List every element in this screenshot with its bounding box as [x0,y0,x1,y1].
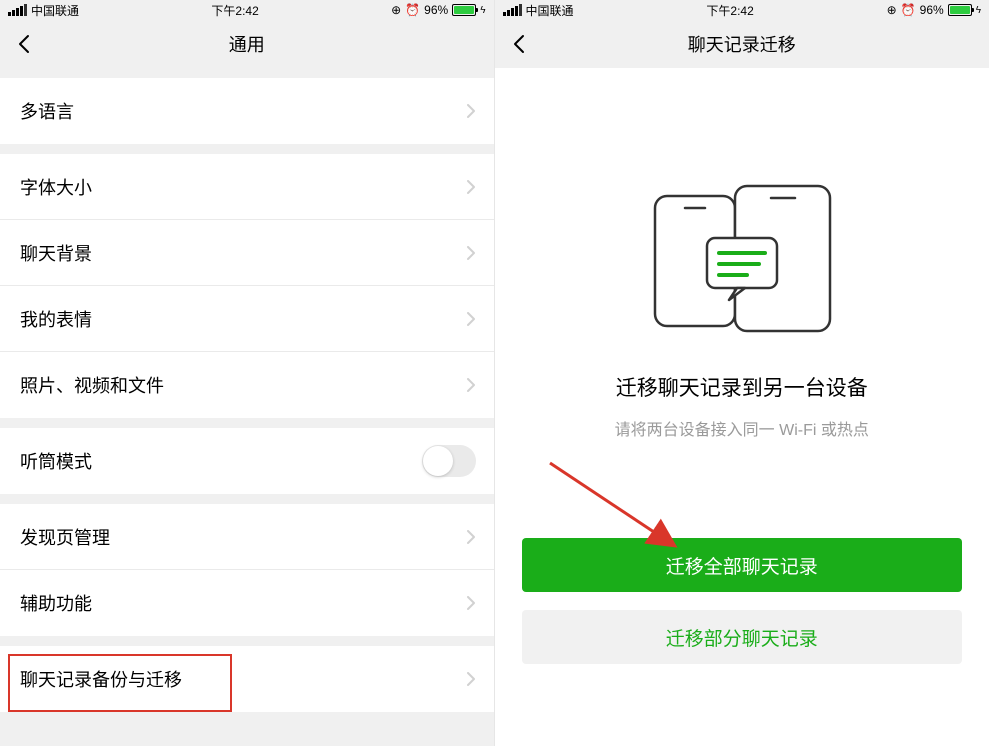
row-photos-videos-files[interactable]: 照片、视频和文件 [0,352,494,418]
row-font-size[interactable]: 字体大小 [0,154,494,220]
status-time: 下午2:42 [574,2,887,19]
chevron-right-icon [466,103,476,119]
nav-bar: 通用 [0,20,494,68]
chevron-right-icon [466,529,476,545]
chevron-right-icon [466,179,476,195]
migration-hint: 请将两台设备接入同一 Wi-Fi 或热点 [615,416,869,440]
battery-icon [452,4,476,16]
row-chat-backup-migrate[interactable]: 聊天记录备份与迁移 [0,646,494,712]
row-label: 聊天背景 [20,240,466,266]
button-label: 迁移部分聊天记录 [666,624,818,651]
chevron-right-icon [466,311,476,327]
page-title: 聊天记录迁移 [495,31,989,57]
page-title: 通用 [0,31,494,57]
back-button[interactable] [0,20,48,68]
chevron-left-icon [513,34,525,54]
back-button[interactable] [495,20,543,68]
status-right: ⊕ ⏰ 96% ϟ [887,3,981,17]
row-my-stickers[interactable]: 我的表情 [0,286,494,352]
chevron-right-icon [466,245,476,261]
battery-pct: 96% [920,3,944,17]
signal-icon [503,4,522,16]
carrier-label: 中国联通 [31,2,79,19]
status-left: 中国联通 [503,2,574,19]
chevron-right-icon [466,377,476,393]
receiver-mode-toggle[interactable] [422,445,476,477]
row-label: 发现页管理 [20,524,466,550]
rotation-lock-icon: ⊕ [887,3,897,17]
migrate-all-button[interactable]: 迁移全部聊天记录 [522,538,962,592]
row-label: 多语言 [20,98,466,124]
chevron-right-icon [466,595,476,611]
charging-icon: ϟ [480,5,485,16]
row-label: 辅助功能 [20,590,466,616]
row-label: 我的表情 [20,306,466,332]
chat-migration-pane: 中国联通 下午2:42 ⊕ ⏰ 96% ϟ 聊天记录迁移 迁移聊天记录到另 [495,0,989,746]
row-receiver-mode[interactable]: 听筒模式 [0,428,494,494]
general-settings-pane: 中国联通 下午2:42 ⊕ ⏰ 96% ϟ 通用 多语言 字体大小 聊天背景 我… [0,0,495,746]
alarm-icon: ⏰ [901,3,916,17]
carrier-label: 中国联通 [526,2,574,19]
row-label: 字体大小 [20,174,466,200]
row-multilanguage[interactable]: 多语言 [0,78,494,144]
migration-headline: 迁移聊天记录到另一台设备 [616,372,868,402]
row-label: 听筒模式 [20,448,422,474]
row-label: 照片、视频和文件 [20,372,466,398]
row-chat-background[interactable]: 聊天背景 [0,220,494,286]
chevron-right-icon [466,671,476,687]
status-bar: 中国联通 下午2:42 ⊕ ⏰ 96% ϟ [495,0,989,20]
rotation-lock-icon: ⊕ [391,3,401,17]
chevron-left-icon [18,34,30,54]
migration-illustration-icon [637,178,847,338]
nav-bar: 聊天记录迁移 [495,20,989,68]
row-accessibility[interactable]: 辅助功能 [0,570,494,636]
charging-icon: ϟ [976,5,981,16]
status-right: ⊕ ⏰ 96% ϟ [391,3,485,17]
signal-icon [8,4,27,16]
migration-content: 迁移聊天记录到另一台设备 请将两台设备接入同一 Wi-Fi 或热点 迁移全部聊天… [495,68,989,746]
button-label: 迁移全部聊天记录 [666,552,818,579]
status-left: 中国联通 [8,2,79,19]
status-bar: 中国联通 下午2:42 ⊕ ⏰ 96% ϟ [0,0,494,20]
row-discover-manage[interactable]: 发现页管理 [0,504,494,570]
battery-icon [948,4,972,16]
row-label: 聊天记录备份与迁移 [20,666,466,692]
battery-pct: 96% [424,3,448,17]
migrate-partial-button[interactable]: 迁移部分聊天记录 [522,610,962,664]
alarm-icon: ⏰ [405,3,420,17]
status-time: 下午2:42 [79,2,391,19]
